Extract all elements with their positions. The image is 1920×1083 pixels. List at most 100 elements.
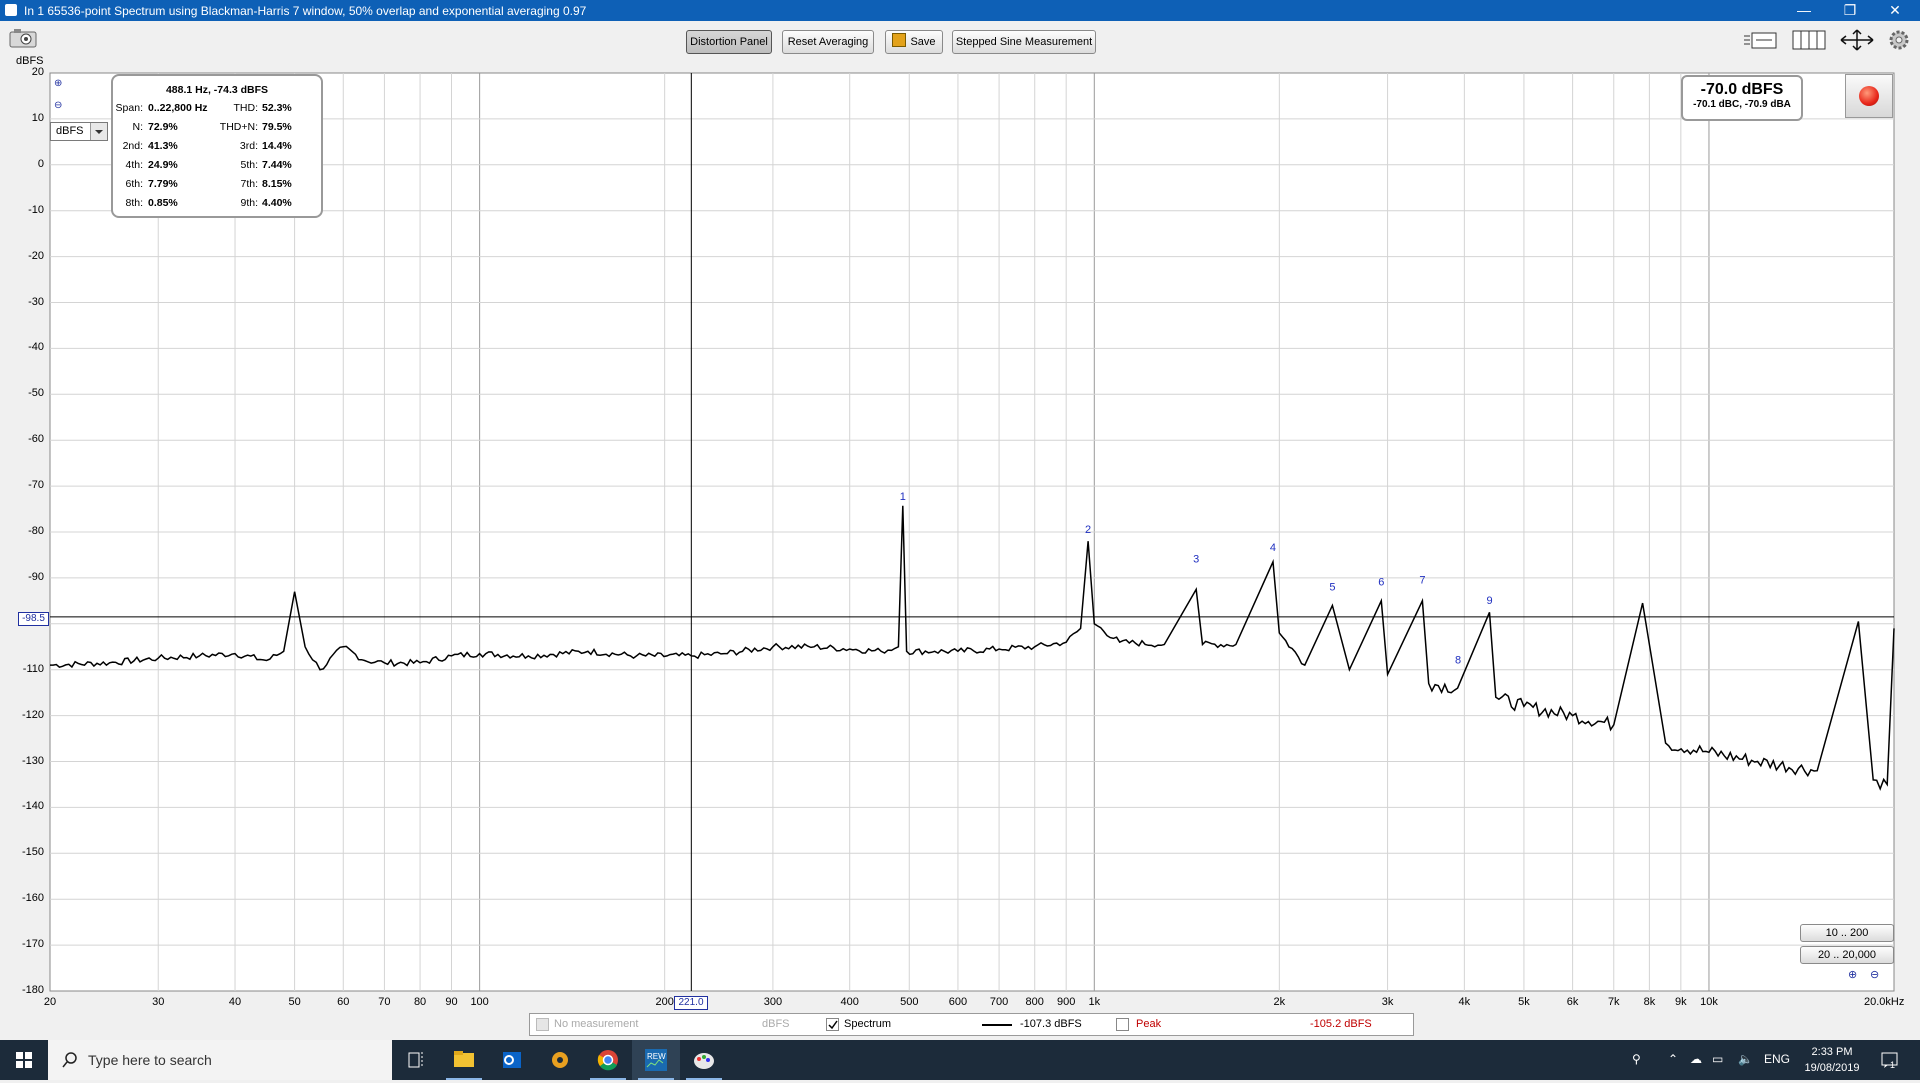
layout-icon[interactable]	[1790, 28, 1828, 54]
x-tick-label: 30	[152, 996, 165, 1008]
chart-cursors	[50, 73, 1894, 991]
save-icon	[892, 33, 907, 47]
x-tick-label: 4k	[1458, 996, 1471, 1008]
x-zoom-in-icon[interactable]: ⊕	[1848, 968, 1857, 981]
camera-icon[interactable]	[8, 28, 38, 54]
metric-label: 7th:	[240, 178, 258, 190]
distortion-row: 8th: 0.85% 9th: 4.40%	[113, 197, 321, 213]
x-tick-label: 7k	[1607, 996, 1620, 1008]
x-tick-label: 20.0kHz	[1864, 996, 1905, 1008]
metric-value: 0..22,800 Hz	[148, 102, 208, 114]
stepped-sine-measurement-button[interactable]: Stepped Sine Measurement	[952, 30, 1096, 54]
save-button[interactable]: Save	[885, 30, 943, 54]
metric-label: THD:	[233, 102, 259, 114]
y-tick-label: -130	[21, 754, 44, 767]
x-tick-label: 40	[228, 996, 242, 1008]
metric-label: 8th:	[125, 197, 143, 209]
no-measurement-checkbox[interactable]	[536, 1018, 549, 1031]
save-label: Save	[910, 36, 936, 48]
harmonic-marker-label: 1	[900, 491, 906, 503]
record-icon	[1859, 86, 1879, 106]
rew-icon[interactable]: REW	[632, 1040, 680, 1080]
metric-value: 72.9%	[148, 121, 178, 133]
app-icon[interactable]	[536, 1040, 584, 1080]
metric-label: 3rd:	[239, 140, 258, 152]
peak-checkbox[interactable]	[1116, 1018, 1129, 1031]
chrome-icon[interactable]	[584, 1040, 632, 1080]
distortion-panel: 488.1 Hz, -74.3 dBFS Span: 0..22,800 Hz TH…	[111, 74, 323, 218]
spectrum-label: Spectrum	[844, 1018, 892, 1030]
x-zoom-out-icon[interactable]: ⊖	[1870, 968, 1879, 981]
metric-value: 24.9%	[148, 159, 178, 171]
metric-value: 0.85%	[148, 197, 178, 209]
y-tick-label: -160	[21, 892, 44, 905]
y-tick-label: -110	[22, 662, 44, 675]
y-tick-label: -20	[28, 249, 44, 262]
spectrum-line-swatch	[982, 1024, 1012, 1026]
network-icon[interactable]: ▭	[1712, 1052, 1723, 1066]
range-10-200-button[interactable]: 10 .. 200	[1800, 924, 1894, 942]
x-tick-label: 5k	[1518, 996, 1530, 1008]
y-tick-label: -80	[28, 525, 44, 537]
unit-selector-value: dBFS	[56, 125, 84, 137]
metric-value: 4.40%	[262, 197, 292, 209]
y-tick-label: -30	[28, 295, 44, 308]
gear-icon[interactable]	[1886, 28, 1912, 54]
level-meter: -70.0 dBFS -70.1 dBC, -70.9 dBA	[1681, 75, 1803, 121]
reset-averaging-button[interactable]: Reset Averaging	[782, 30, 874, 54]
harmonic-marker-label: 7	[1419, 574, 1425, 586]
paint-icon[interactable]	[680, 1040, 728, 1080]
notification-icon[interactable]: 1	[1880, 1050, 1900, 1070]
x-tick-label: 50	[288, 996, 301, 1008]
onedrive-icon[interactable]: ☁	[1690, 1052, 1702, 1066]
x-tick-label: 20	[43, 996, 57, 1008]
metric-label: 2nd:	[122, 140, 143, 152]
plot-area	[49, 72, 1895, 992]
no-measurement-unit: dBFS	[762, 1018, 790, 1030]
restore-button[interactable]: ❐	[1828, 0, 1872, 21]
zoom-fit-icon[interactable]	[1742, 28, 1780, 54]
clock[interactable]: 2:33 PM 19/08/2019	[1796, 1044, 1868, 1076]
peak-value: -105.2 dBFS	[1310, 1018, 1372, 1030]
pan-arrows-icon[interactable]	[1838, 28, 1876, 54]
file-explorer-icon[interactable]	[440, 1040, 488, 1080]
y-tick-label: -70	[28, 479, 44, 492]
x-tick-label: 1k	[1088, 996, 1101, 1008]
minimize-button[interactable]: —	[1782, 0, 1826, 21]
chart-series	[50, 505, 1895, 791]
y-tick-label: -40	[28, 341, 44, 354]
x-tick-label: 6k	[1566, 996, 1579, 1008]
y-tick-label: -10	[28, 203, 44, 216]
outlook-icon[interactable]	[488, 1040, 536, 1080]
people-icon[interactable]: ⚲	[1632, 1052, 1641, 1066]
y-cursor-readout: -98.5	[18, 612, 49, 626]
metric-value: 7.44%	[262, 159, 292, 171]
chevron-up-icon[interactable]: ⌃	[1668, 1052, 1678, 1066]
metric-value: 52.3%	[262, 102, 292, 114]
metric-label: THD+N:	[219, 121, 258, 133]
spectrum-checkbox[interactable]	[826, 1018, 839, 1031]
y-tick-label: -60	[28, 433, 44, 446]
windows-start-icon[interactable]	[0, 1040, 48, 1080]
language-indicator[interactable]: ENG	[1764, 1052, 1790, 1066]
y-tick-label: 10	[31, 111, 44, 124]
harmonic-marker-label: 5	[1329, 581, 1335, 593]
metric-label: 6th:	[125, 178, 143, 190]
taskbar-search[interactable]: Type here to search	[48, 1040, 392, 1080]
range-20-20000-button[interactable]: 20 .. 20,000	[1800, 946, 1894, 964]
harmonic-marker-label: 6	[1378, 577, 1384, 589]
svg-text:REW: REW	[647, 1052, 666, 1061]
notification-count: 1	[1890, 1060, 1896, 1070]
volume-icon[interactable]: 🔈	[1738, 1052, 1753, 1066]
zoom-out-icon[interactable]: ⊖	[54, 100, 68, 114]
distortion-panel-header: 488.1 Hz, -74.3 dBFS	[165, 84, 269, 96]
y-tick-label: -90	[28, 570, 44, 583]
distortion-panel-button[interactable]: Distortion Panel	[686, 30, 772, 54]
record-button[interactable]	[1845, 74, 1893, 118]
close-button[interactable]: ✕	[1873, 0, 1917, 21]
task-view-icon[interactable]	[392, 1040, 440, 1080]
zoom-in-icon[interactable]: ⊕	[54, 78, 68, 92]
x-tick-label: 70	[378, 996, 391, 1008]
title-bar: In 1 65536-point Spectrum using Blackman…	[0, 0, 1920, 21]
x-tick-label: 10k	[1700, 996, 1718, 1008]
